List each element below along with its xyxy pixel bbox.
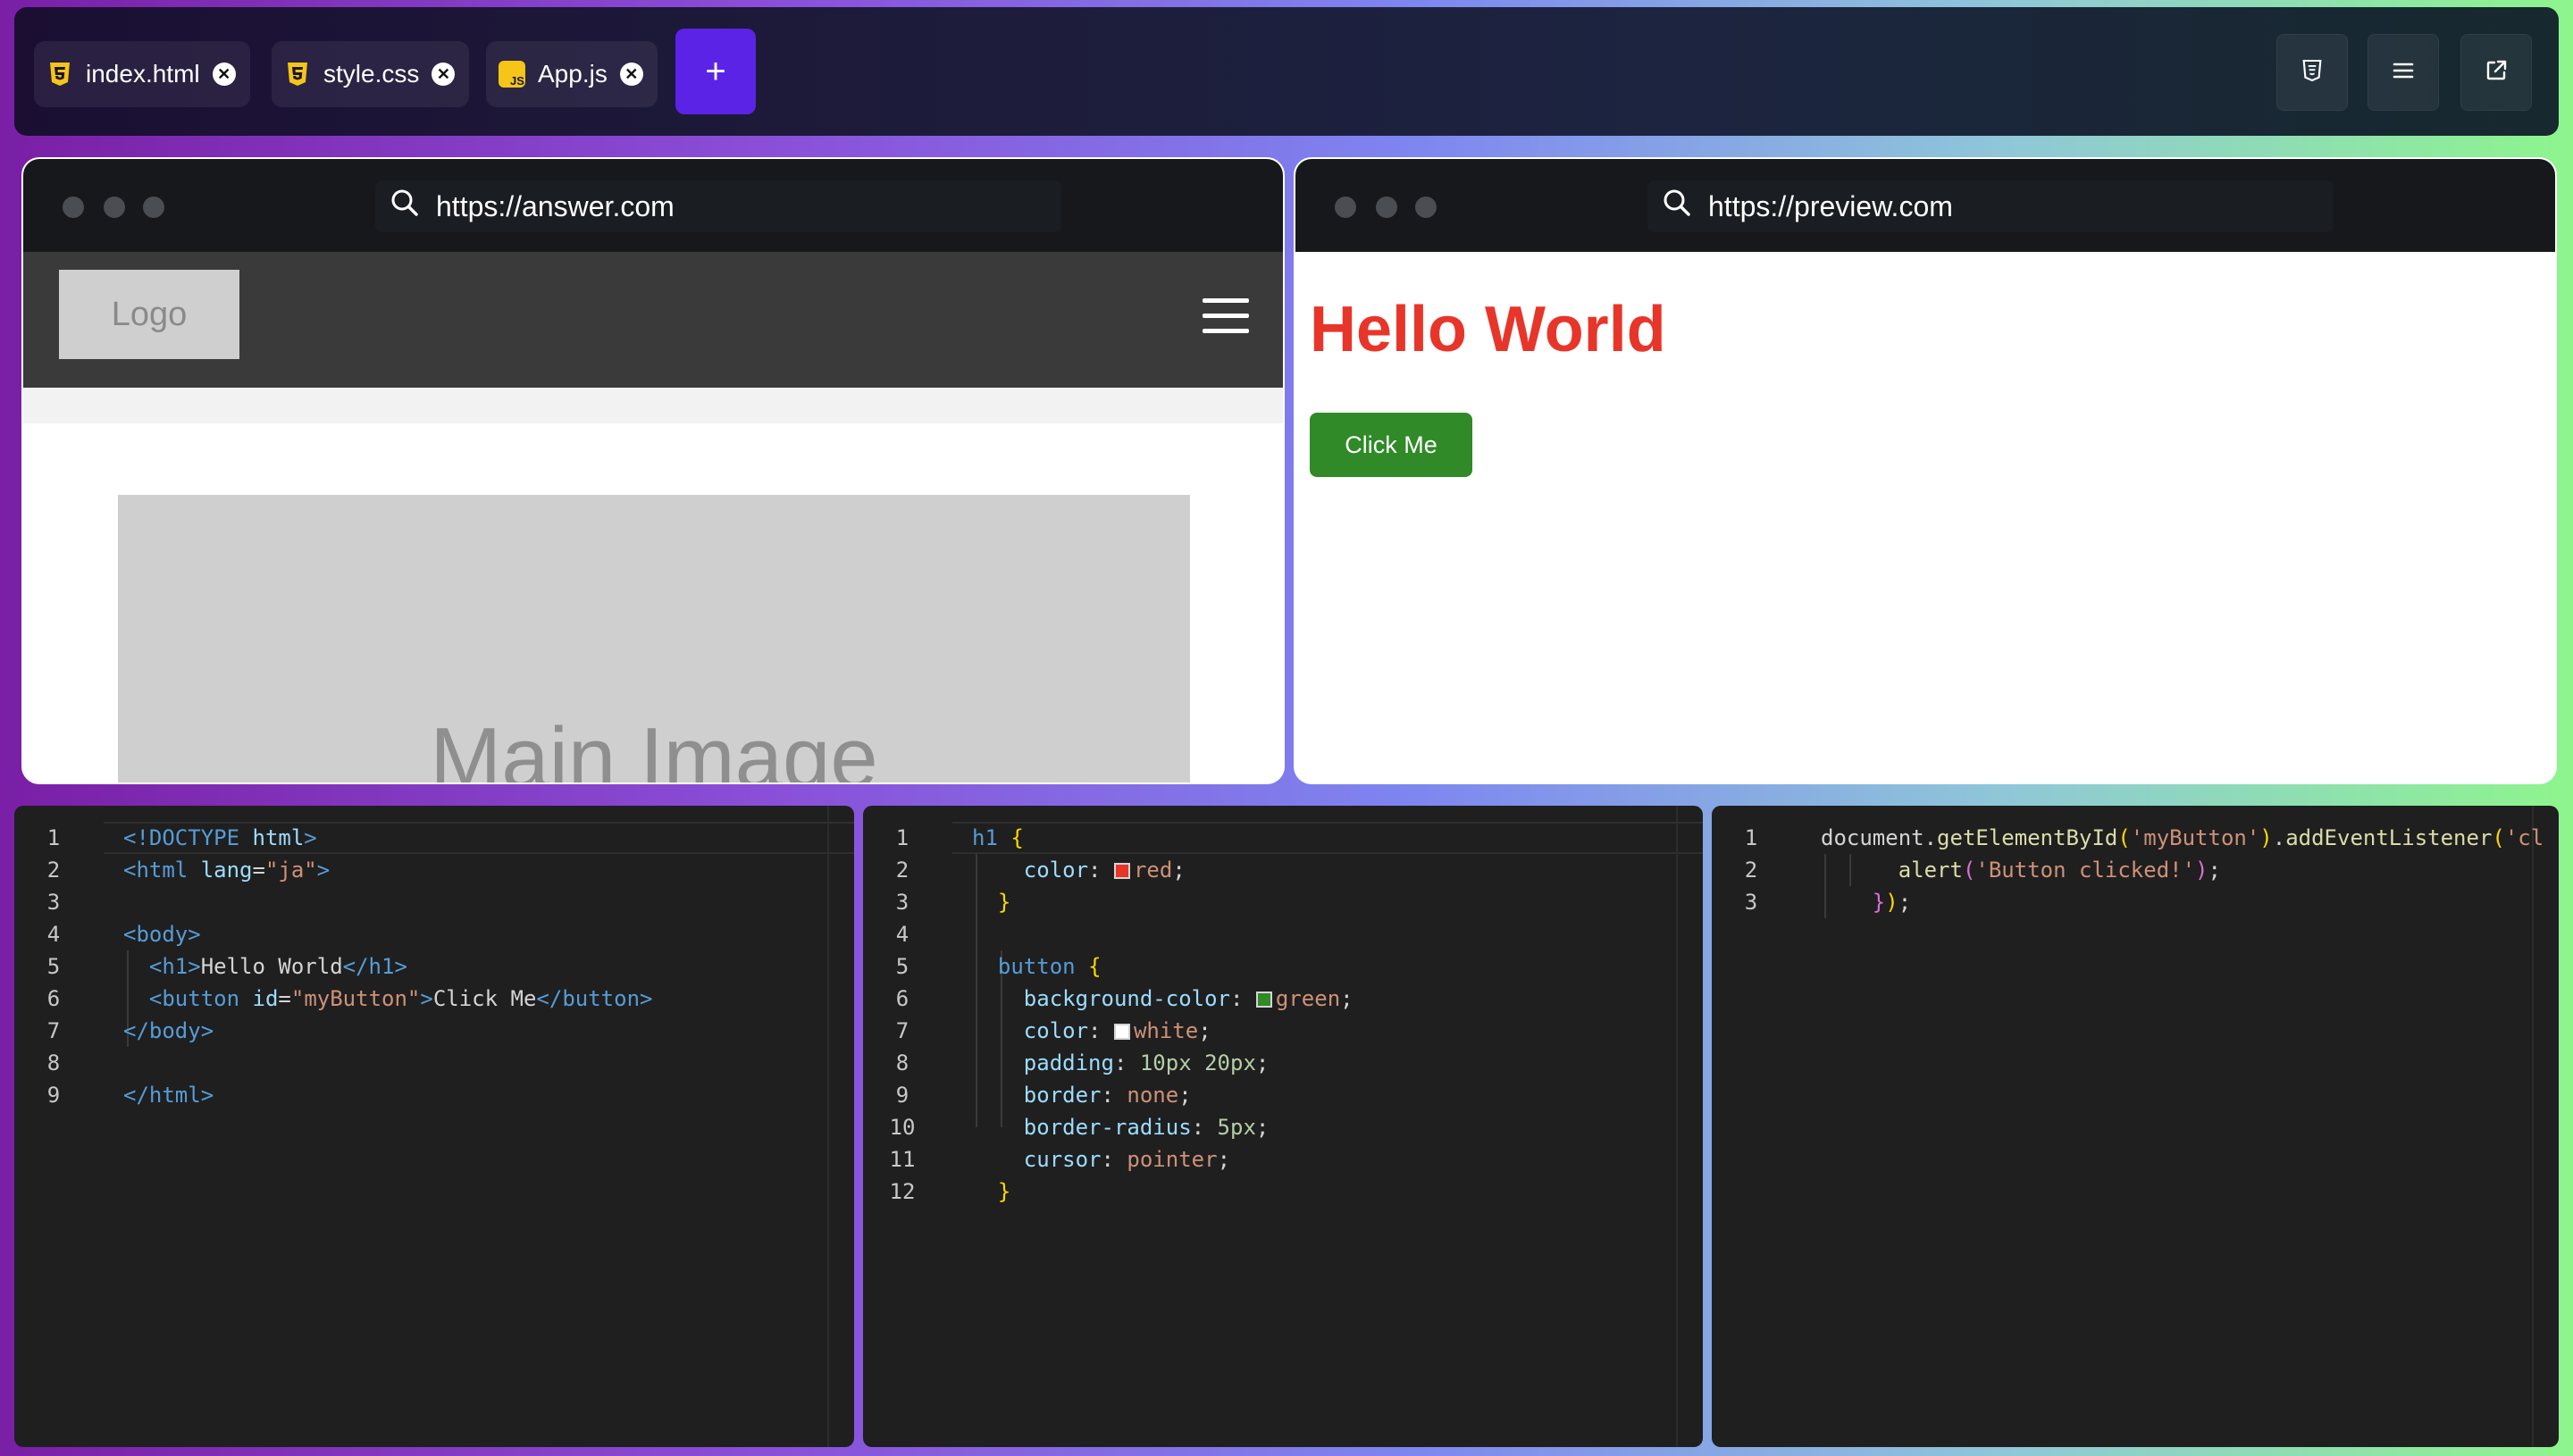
js-editor[interactable]: 1 document.getElementById('myButton').add… — [1712, 806, 2559, 1447]
color-swatch[interactable] — [1255, 992, 1272, 1008]
content-card: Main Image — [23, 423, 1283, 784]
tab-index-html[interactable]: index.html ✕ — [34, 41, 250, 107]
url-text: https://preview.com — [1708, 189, 1953, 222]
answer-browser-pane: https://answer.com Logo Main Image — [21, 157, 1285, 784]
css3-icon — [284, 61, 311, 88]
html5-icon — [46, 61, 73, 88]
window-dot — [1415, 197, 1437, 218]
color-swatch[interactable] — [1113, 1024, 1130, 1040]
tab-label: index.html — [86, 60, 200, 88]
editor-ruler — [827, 806, 829, 1447]
main-image-label: Main Image — [430, 710, 878, 784]
hamburger-icon[interactable] — [1203, 298, 1249, 334]
css-editor[interactable]: 1 h1 { 2 color: red; 3 } 4 5 button { 6 b… — [863, 806, 1703, 1447]
main-image-placeholder: Main Image — [118, 495, 1190, 784]
menu-button[interactable] — [2368, 34, 2439, 111]
page-gap — [23, 388, 1283, 423]
format-button[interactable] — [2276, 34, 2348, 111]
window-dot — [104, 197, 125, 218]
svg-text:JS: JS — [510, 74, 524, 88]
click-me-button[interactable]: Click Me — [1310, 413, 1472, 477]
browser-titlebar: https://preview.com — [1295, 159, 2555, 252]
tab-label: style.css — [323, 60, 420, 88]
preview-browser-pane: https://preview.com Hello World Click Me — [1294, 157, 2557, 784]
tab-label: App.js — [538, 60, 608, 88]
address-bar[interactable]: https://preview.com — [1647, 180, 2334, 232]
current-line-highlight — [952, 822, 1703, 854]
search-icon — [390, 188, 436, 225]
editor-toolbar: index.html ✕ style.css ✕ JS App.js ✕ + — [14, 7, 2559, 136]
window-dot — [63, 197, 84, 218]
close-icon[interactable]: ✕ — [432, 63, 456, 86]
logo: Logo — [59, 270, 239, 359]
menu-icon — [2393, 62, 2414, 84]
browser-titlebar: https://answer.com — [23, 159, 1283, 252]
site-navbar: Logo — [23, 252, 1283, 388]
open-external-button[interactable] — [2460, 34, 2532, 111]
tab-style-css[interactable]: style.css ✕ — [272, 41, 470, 107]
tab-app-js[interactable]: JS App.js ✕ — [486, 41, 658, 107]
html5-outline-icon — [2302, 59, 2322, 86]
color-swatch[interactable] — [1113, 863, 1130, 879]
js-icon: JS — [499, 61, 525, 88]
close-icon[interactable]: ✕ — [212, 63, 236, 86]
window-dot — [1335, 197, 1356, 218]
address-bar[interactable]: https://answer.com — [375, 180, 1061, 232]
search-icon — [1662, 188, 1708, 225]
window-dot — [1376, 197, 1397, 218]
add-tab-button[interactable]: + — [675, 29, 756, 114]
url-text: https://answer.com — [436, 189, 675, 222]
editor-ruler — [2532, 806, 2534, 1447]
close-icon[interactable]: ✕ — [619, 63, 643, 86]
html-editor[interactable]: 1 <!DOCTYPE html> 2 <html lang="ja"> 3 4 <b… — [14, 806, 854, 1447]
editor-ruler — [1676, 806, 1678, 1447]
external-link-icon — [2485, 59, 2508, 87]
preview-heading: Hello World — [1310, 294, 1666, 365]
window-dot — [143, 197, 164, 218]
